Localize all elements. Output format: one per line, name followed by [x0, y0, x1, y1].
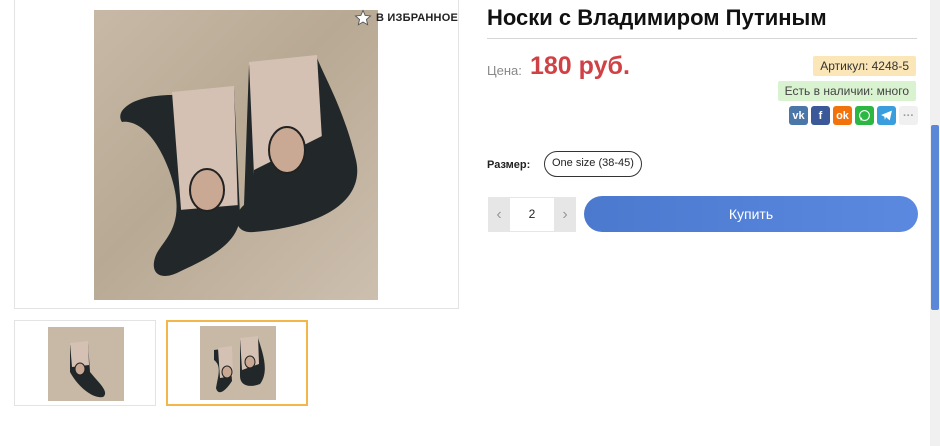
price-value: 180 руб.	[530, 52, 630, 80]
more-share-button[interactable]: ···	[899, 106, 918, 125]
main-product-image[interactable]	[94, 10, 378, 300]
thumbnail-2[interactable]	[166, 320, 308, 406]
vk-share-button[interactable]: vk	[789, 106, 808, 125]
vk-icon: vk	[792, 109, 805, 122]
price-label: Цена:	[487, 63, 522, 78]
chevron-right-icon: ›	[562, 205, 568, 223]
whatsapp-icon	[859, 110, 870, 121]
telegram-share-button[interactable]	[877, 106, 896, 125]
quantity-stepper: ‹ 2 ›	[488, 197, 576, 232]
size-option[interactable]: One size (38-45)	[544, 151, 642, 177]
product-title: Носки с Владимиром Путиным	[487, 5, 827, 30]
facebook-icon: f	[818, 109, 823, 122]
thumbnail-1[interactable]	[14, 320, 156, 406]
add-to-favorites-button[interactable]: В ИЗБРАННОЕ	[354, 9, 458, 27]
whatsapp-share-button[interactable]	[855, 106, 874, 125]
main-product-image-frame[interactable]: В ИЗБРАННОЕ	[14, 0, 459, 309]
odnoklassniki-share-button[interactable]: ok	[833, 106, 852, 125]
scrollbar-thumb[interactable]	[931, 125, 939, 310]
social-share-bar: vk f ok ···	[789, 106, 918, 125]
stock-badge: Есть в наличии: много	[777, 81, 916, 101]
chevron-left-icon: ‹	[496, 205, 502, 223]
quantity-increase-button[interactable]: ›	[554, 197, 576, 232]
thumbnail-2-image	[200, 326, 276, 400]
favorites-label: В ИЗБРАННОЕ	[376, 12, 458, 24]
buy-button[interactable]: Купить	[584, 196, 918, 232]
thumbnail-1-image	[48, 327, 124, 401]
more-icon: ···	[903, 109, 914, 122]
star-icon	[354, 9, 372, 26]
telegram-icon	[881, 110, 892, 121]
size-label: Размер:	[487, 159, 531, 171]
quantity-input[interactable]: 2	[510, 197, 554, 232]
facebook-share-button[interactable]: f	[811, 106, 830, 125]
quantity-decrease-button[interactable]: ‹	[488, 197, 510, 232]
odnoklassniki-icon: ok	[836, 109, 849, 122]
title-divider	[487, 38, 917, 39]
article-badge: Артикул: 4248-5	[813, 56, 916, 76]
cut-off-text	[32, 437, 182, 446]
